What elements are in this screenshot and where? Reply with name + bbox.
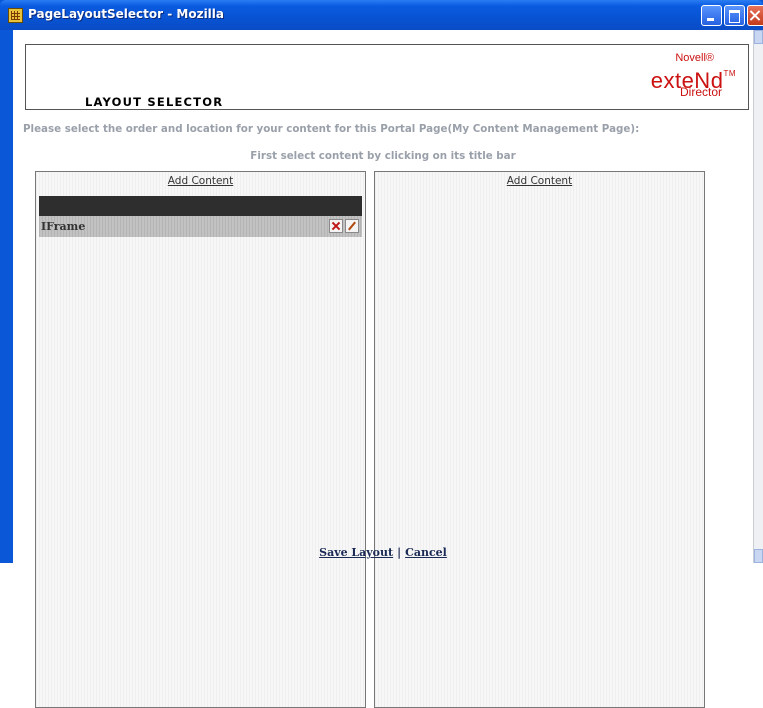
- edit-icon[interactable]: [345, 219, 359, 233]
- close-window-button[interactable]: [747, 5, 763, 26]
- sub-instruction-text: First select content by clicking on its …: [250, 150, 516, 162]
- extend-logo-trademark: TM: [723, 69, 736, 78]
- instruction-text: Please select the order and location for…: [23, 123, 640, 135]
- portlet-title-bar-iframe[interactable]: IFrame: [39, 216, 362, 237]
- footer-actions: Save Layout | Cancel: [13, 546, 753, 559]
- browser-window: PageLayoutSelector - Mozilla LAYOUT SELE…: [0, 0, 763, 708]
- add-content-link-left[interactable]: Add Content: [36, 175, 365, 187]
- scroll-down-arrow-icon[interactable]: [754, 549, 763, 563]
- add-content-link-right[interactable]: Add Content: [375, 175, 704, 187]
- page-header: LAYOUT SELECTOR Novell® exteNdTM Directo…: [25, 44, 749, 110]
- scroll-up-arrow-icon[interactable]: [754, 30, 763, 44]
- column-header-bar: [39, 196, 362, 216]
- save-layout-link[interactable]: Save Layout: [319, 546, 393, 559]
- window-titlebar[interactable]: PageLayoutSelector - Mozilla: [0, 0, 763, 30]
- footer-separator: |: [397, 546, 402, 559]
- layout-column-right[interactable]: Add Content: [374, 171, 705, 708]
- minimize-button[interactable]: [701, 5, 722, 26]
- window-title: PageLayoutSelector - Mozilla: [28, 7, 225, 21]
- maximize-button[interactable]: [724, 5, 745, 26]
- portlet-name: IFrame: [41, 220, 86, 233]
- layout-column-left[interactable]: Add Content IFrame: [35, 171, 366, 708]
- vertical-scrollbar[interactable]: [753, 30, 763, 563]
- mozilla-app-icon: [8, 8, 23, 23]
- cancel-link[interactable]: Cancel: [405, 546, 447, 559]
- page-title: LAYOUT SELECTOR: [85, 95, 224, 109]
- remove-icon[interactable]: [329, 219, 343, 233]
- page-content: LAYOUT SELECTOR Novell® exteNdTM Directo…: [13, 30, 753, 708]
- director-logo-text: Director: [679, 85, 722, 99]
